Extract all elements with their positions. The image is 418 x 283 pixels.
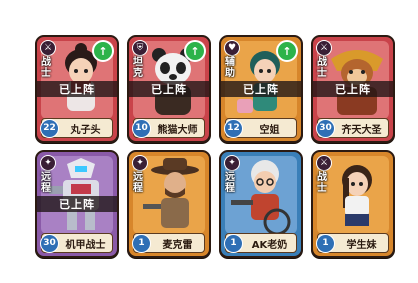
hero-name: 熊猫大师 [157,124,198,136]
hero-card-mecha-warrior[interactable]: ✦ 远程 已上阵 30 机甲战士 [35,150,119,258]
hero-card-mccree[interactable]: ✦ 远程 1 麦克雷 [127,150,211,258]
level-badge: 1 [224,233,243,253]
hero-card-panda-master[interactable]: ⛨ 坦克 ↑ 已上阵 10 熊猫大师 [127,35,211,143]
role-label: 战士 [317,172,327,194]
gun-icon: ✦ [40,155,56,171]
hero-name: 齐天大圣 [341,124,382,136]
gun-icon: ✦ [224,155,240,171]
deployed-banner: 已上阵 [37,196,117,212]
shield-icon: ⛨ [132,40,148,56]
role-label: 远程 [225,172,235,194]
role-label: 远程 [133,172,143,194]
sword-icon: ⚔ [316,155,332,171]
sword-icon: ⚔ [316,40,332,56]
upgrade-arrow-icon[interactable]: ↑ [184,40,206,62]
deployed-banner: 已上阵 [221,81,301,97]
level-badge: 22 [40,118,59,138]
deployed-banner: 已上阵 [129,81,209,97]
hero-card-monkey-king[interactable]: ⚔ 战士 已上阵 30 齐天大圣 [311,35,395,143]
hero-card-grid: ⚔ 战士 ↑ 已上阵 22 丸子头 ⛨ 坦克 ↑ 已上阵 10 熊猫大师 ♥ 辅… [0,0,418,283]
hero-name: 麦克雷 [162,239,193,251]
card-footer: 1 麦克雷 [132,233,205,253]
hero-name: 学生妹 [346,239,377,251]
deployed-banner: 已上阵 [313,81,393,97]
deployed-banner: 已上阵 [37,81,117,97]
level-badge: 1 [316,233,335,253]
hero-name: 空姐 [259,124,280,136]
card-footer: 22 丸子头 [40,118,113,138]
hero-name: 机甲战士 [65,239,106,251]
level-badge: 30 [40,233,59,253]
hero-card-stewardess[interactable]: ♥ 辅助 ↑ 已上阵 12 空姐 [219,35,303,143]
hero-card-schoolgirl[interactable]: ⚔ 战士 1 学生妹 [311,150,395,258]
role-label: 战士 [317,57,327,79]
card-footer: 10 熊猫大师 [132,118,205,138]
role-label: 辅助 [225,57,235,79]
heart-icon: ♥ [224,40,240,56]
hero-name: 丸子头 [70,124,101,136]
upgrade-arrow-icon[interactable]: ↑ [276,40,298,62]
card-footer: 30 机甲战士 [40,233,113,253]
role-label: 坦克 [133,57,143,79]
role-label: 远程 [41,172,51,194]
level-badge: 10 [132,118,151,138]
card-footer: 12 空姐 [224,118,297,138]
hero-card-wanzitou[interactable]: ⚔ 战士 ↑ 已上阵 22 丸子头 [35,35,119,143]
card-footer: 1 AK老奶 [224,233,297,253]
level-badge: 30 [316,118,335,138]
upgrade-arrow-icon[interactable]: ↑ [92,40,114,62]
sword-icon: ⚔ [40,40,56,56]
role-label: 战士 [41,57,51,79]
hero-name: AK老奶 [251,239,288,251]
card-footer: 30 齐天大圣 [316,118,389,138]
gun-icon: ✦ [132,155,148,171]
level-badge: 12 [224,118,243,138]
card-footer: 1 学生妹 [316,233,389,253]
level-badge: 1 [132,233,151,253]
hero-card-ak-granny[interactable]: ✦ 远程 1 AK老奶 [219,150,303,258]
